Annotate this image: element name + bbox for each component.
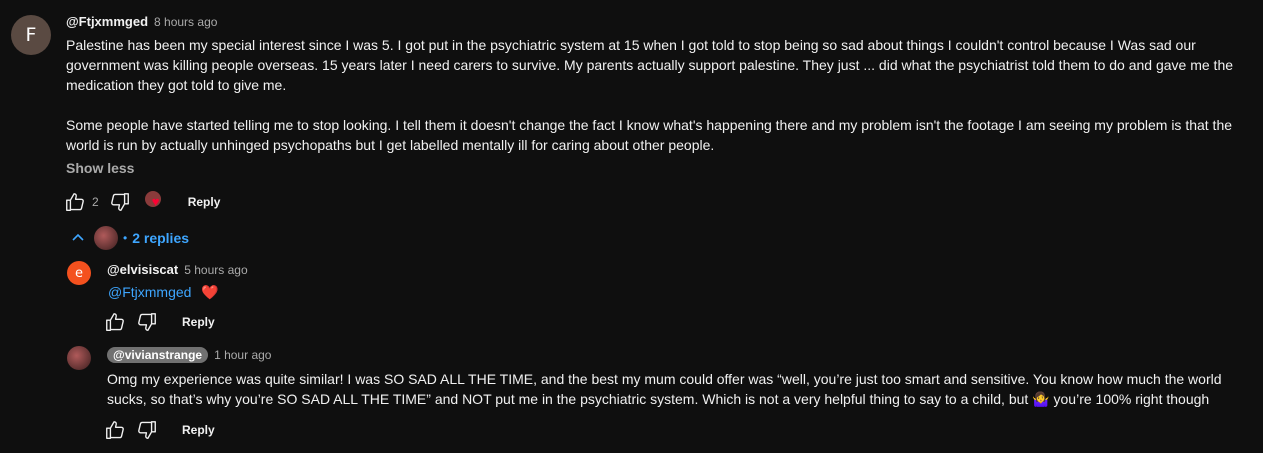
comment-paragraph-1: Palestine has been my special interest s… [66,37,1234,93]
replies-count: 2 replies [132,230,190,246]
comment-time[interactable]: 8 hours ago [154,15,217,29]
reply-header: @elvisiscat 5 hours ago [107,262,248,277]
show-less-button[interactable]: Show less [66,160,134,176]
avatar-letter: F [25,24,37,46]
like-icon[interactable] [102,309,128,335]
comment-actions: 2 ♥ Reply [62,189,220,215]
reply-button[interactable]: Reply [182,315,215,329]
reply-text-part-2: you’re 100% right though [1049,391,1210,407]
dislike-icon[interactable] [134,417,160,443]
comment-header: @Ftjxmmged 8 hours ago [66,14,217,29]
reply-time[interactable]: 5 hours ago [184,263,247,277]
reply-avatar[interactable]: e [67,261,91,285]
reply-text: Omg my experience was quite similar! I w… [107,369,1237,409]
avatar-letter: e [75,265,83,281]
reply-author-highlighted[interactable]: @vivianstrange [107,347,209,363]
shrug-emoji: 🤷‍♀️ [1032,391,1050,407]
reply-time[interactable]: 1 hour ago [214,348,271,362]
replies-toggle[interactable]: • 2 replies [70,226,189,250]
dot-separator: • [123,231,128,245]
comment-avatar[interactable]: F [11,15,51,55]
dislike-icon[interactable] [107,189,133,215]
like-count: 2 [92,195,99,209]
dislike-icon[interactable] [134,309,160,335]
reply-author[interactable]: @elvisiscat [107,262,178,277]
reply-actions: Reply [102,417,215,443]
mention-link[interactable]: @Ftjxmmged [108,284,191,300]
comment-author[interactable]: @Ftjxmmged [66,14,148,29]
replier-avatar-thumb [94,226,118,250]
reply-actions: Reply [102,309,215,335]
reply-button[interactable]: Reply [182,423,215,437]
like-icon[interactable] [102,417,128,443]
reply-avatar[interactable] [67,346,91,370]
chevron-up-icon [70,230,86,246]
like-icon[interactable] [62,189,88,215]
reply-header: @vivianstrange 1 hour ago [107,347,271,363]
comment-text: Palestine has been my special interest s… [66,35,1246,155]
comment-paragraph-2: Some people have started telling me to s… [66,117,1233,153]
creator-heart-icon: ♥ [144,191,167,213]
comment-reply-button[interactable]: Reply [188,195,221,209]
reply-text: @Ftjxmmged ❤️ [108,282,219,302]
heart-emoji: ❤️ [201,284,219,300]
